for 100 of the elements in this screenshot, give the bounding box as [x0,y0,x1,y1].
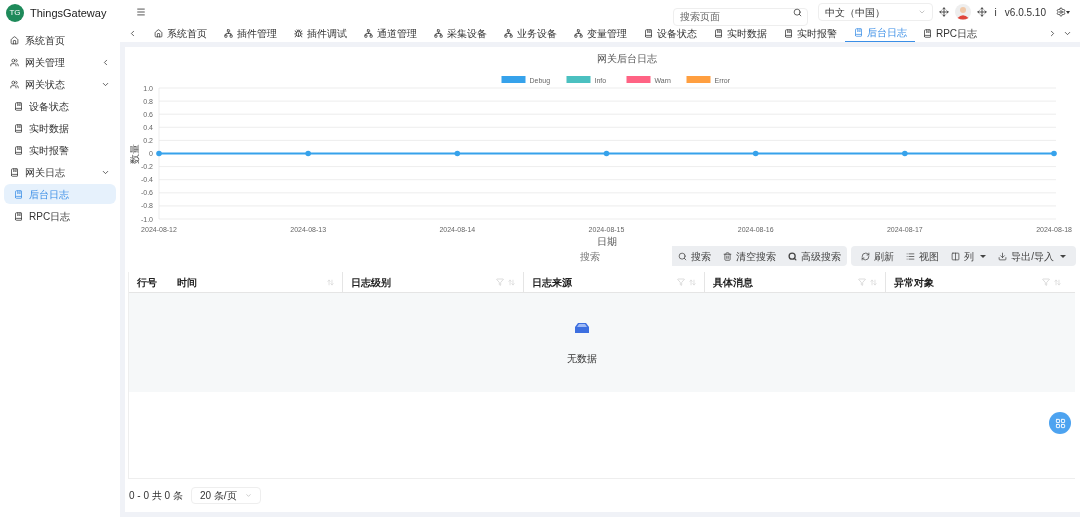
book-icon [643,28,653,38]
column-header[interactable]: 时间 [169,272,342,292]
avatar[interactable] [954,4,971,20]
trash-icon [723,251,733,261]
book-icon [14,145,23,155]
sidebar-item[interactable]: 网关状态 [4,74,116,94]
toolbar-button[interactable]: 清空搜索 [717,246,783,266]
chevron-right-icon[interactable] [1048,28,1057,38]
filter-icon[interactable] [1042,278,1050,286]
tab[interactable]: 后台日志 [845,24,915,42]
y-axis-title: 数量 [129,143,140,164]
floating-menu-button[interactable] [1049,412,1071,434]
sidebar-item[interactable]: 系统首页 [4,30,116,50]
toolbar-button[interactable]: 视图 [900,246,946,266]
data-point [156,150,162,157]
page-size-select[interactable]: 20 条/页 [190,487,261,504]
book-icon [14,211,23,221]
download-icon [998,251,1008,261]
column-header[interactable]: 日志来源 [523,272,704,292]
book-icon [14,123,23,133]
sidebar-item[interactable]: 网关管理 [4,52,116,72]
caret-icon [1066,10,1070,14]
pagination-summary: 0 - 0 共 0 条 [129,489,183,503]
search-field[interactable]: 搜索 [574,246,673,266]
sidebar-item[interactable]: RPC日志 [4,206,116,226]
sidebar-item[interactable]: 实时报警 [4,140,116,160]
refresh-icon [861,251,871,261]
tab[interactable]: 插件调试 [285,24,355,42]
language-select[interactable]: 中文（中国） [817,3,933,21]
settings-menu[interactable] [1056,7,1070,17]
book-icon [713,28,723,38]
sort-icon[interactable] [870,278,877,286]
toolbar-button[interactable]: 刷新 [855,246,901,266]
toolbar-button[interactable]: 列 [945,246,993,266]
network-icon [573,28,583,38]
tab[interactable]: 采集设备 [425,24,495,42]
search-icon [788,251,798,261]
data-point [305,150,311,157]
chevron-down-icon [244,492,252,499]
chevron-left-icon [101,57,110,67]
info-button[interactable]: i [992,4,999,20]
tab[interactable]: 插件管理 [215,24,285,42]
book-icon [853,28,863,37]
users-icon [10,79,19,89]
network-icon [433,28,443,38]
move-icon[interactable] [976,7,987,17]
column-header[interactable]: 具体消息 [704,272,885,292]
tab[interactable]: 实时数据 [705,24,775,42]
tab[interactable]: RPC日志 [915,24,985,42]
network-icon [223,28,233,38]
tab[interactable]: 系统首页 [145,24,215,42]
sort-icon[interactable] [508,278,515,286]
book-icon [783,28,793,38]
tab[interactable]: 变量管理 [565,24,635,42]
toolbar-button[interactable]: 高级搜索 [782,246,848,266]
column-header[interactable]: 日志级别 [342,272,523,292]
sort-icon[interactable] [1054,278,1061,286]
tab[interactable]: 通道管理 [355,24,425,42]
data-point [902,150,908,157]
search-icon [792,7,802,17]
empty-message: 无数据 [567,352,597,366]
filter-icon[interactable] [858,278,866,286]
book-icon [14,189,23,199]
search-icon [678,251,688,261]
page-search-field[interactable]: 搜索页面 [672,7,808,26]
list-icon [906,251,916,261]
chart-title: 网关后台日志 [596,53,657,64]
data-point [454,150,461,157]
toolbar-button[interactable]: 导出/导入 [992,246,1072,266]
caret-icon [980,254,987,258]
sidebar-item[interactable]: 实时数据 [4,118,116,138]
network-icon [503,28,513,38]
columns-icon [951,251,961,261]
book-icon [14,101,23,111]
filter-icon[interactable] [496,278,504,286]
tab[interactable]: 设备状态 [635,24,705,42]
x-axis-title: 日期 [596,236,617,246]
column-header[interactable]: 行号 [129,272,169,292]
chevron-left-icon[interactable] [128,28,137,38]
sidebar-item[interactable]: 设备状态 [4,96,116,116]
book-icon [922,28,932,38]
column-header[interactable]: 异常对象 [885,272,1069,292]
home-icon [10,35,19,45]
empty-box-icon [575,323,589,333]
tab[interactable]: 实时报警 [775,24,845,42]
sort-icon[interactable] [689,278,696,286]
move-icon[interactable] [938,7,949,17]
logo: TG [6,4,24,22]
version-label: v6.0.5.10 [1004,5,1046,20]
home-icon [153,28,163,38]
data-point [1051,150,1057,157]
toolbar-button[interactable]: 搜索 [672,246,718,266]
sort-icon[interactable] [327,278,334,286]
filter-icon[interactable] [677,278,685,286]
book-icon [10,167,19,177]
chevron-down-icon [917,8,926,16]
menu-icon[interactable] [136,7,146,17]
grid-icon [1054,417,1066,429]
sidebar-item[interactable]: 网关日志 [4,162,116,182]
tab[interactable]: 业务设备 [495,24,565,42]
